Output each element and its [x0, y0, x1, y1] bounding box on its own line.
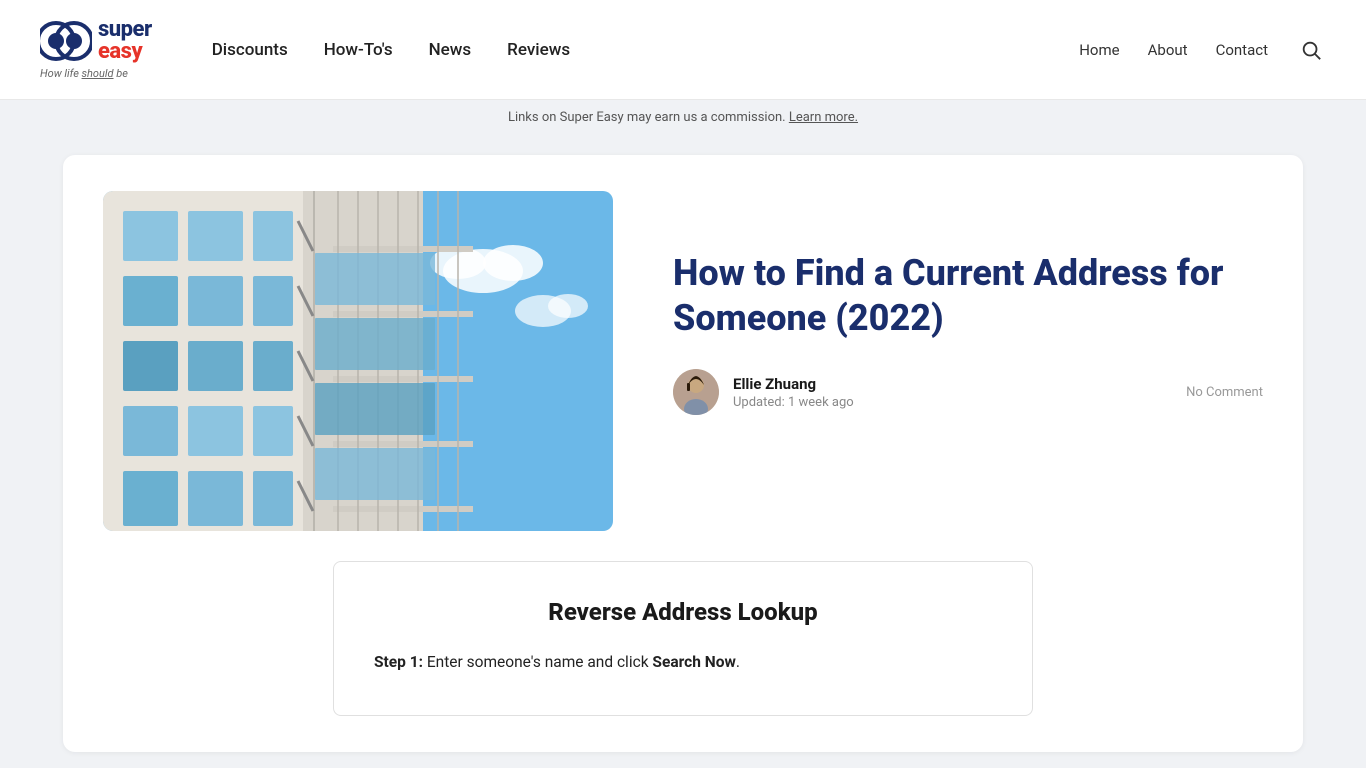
logo-svg — [40, 19, 92, 63]
author-row: Ellie Zhuang Updated: 1 week ago No Comm… — [673, 369, 1263, 415]
logo-tagline: How life should be — [40, 67, 128, 80]
logo-text: super easy — [98, 19, 152, 63]
logo-link[interactable]: super easy How life should be — [40, 19, 152, 80]
hero-image — [103, 191, 613, 531]
step1-text: Enter someone's name and click — [423, 653, 652, 671]
main-nav: Discounts How-To's News Reviews — [212, 40, 1080, 60]
article-title: How to Find a Current Address for Someon… — [673, 251, 1263, 341]
site-header: super easy How life should be Discounts … — [0, 0, 1366, 100]
step1-cta: Search Now — [652, 653, 735, 671]
author-avatar — [673, 369, 719, 415]
notice-text: Links on Super Easy may earn us a commis… — [508, 110, 786, 125]
lookup-title: Reverse Address Lookup — [374, 598, 992, 626]
logo-icon: super easy — [40, 19, 152, 63]
no-comment-label: No Comment — [1186, 385, 1263, 400]
notice-bar: Links on Super Easy may earn us a commis… — [0, 100, 1366, 135]
nav-contact[interactable]: Contact — [1216, 41, 1268, 59]
logo-circles — [40, 19, 92, 63]
author-updated: Updated: 1 week ago — [733, 395, 854, 410]
step1-end: . — [736, 653, 740, 671]
step1-label: Step 1: — [374, 653, 423, 671]
hero-section: How to Find a Current Address for Someon… — [103, 191, 1263, 531]
right-nav: Home About Contact — [1079, 35, 1326, 65]
content-wrapper: How to Find a Current Address for Someon… — [33, 155, 1333, 752]
article-card: How to Find a Current Address for Someon… — [63, 155, 1303, 752]
author-info: Ellie Zhuang Updated: 1 week ago — [733, 375, 854, 410]
hero-content: How to Find a Current Address for Someon… — [673, 191, 1263, 415]
logo-brand1: super — [98, 19, 152, 41]
avatar-svg — [673, 369, 719, 415]
nav-home[interactable]: Home — [1079, 41, 1119, 59]
nav-howtos[interactable]: How-To's — [324, 40, 393, 60]
search-icon — [1300, 39, 1322, 61]
author-name: Ellie Zhuang — [733, 375, 854, 393]
nav-discounts[interactable]: Discounts — [212, 40, 288, 60]
nav-about[interactable]: About — [1148, 41, 1188, 59]
logo-brand2: easy — [98, 41, 152, 63]
search-button[interactable] — [1296, 35, 1326, 65]
logo-tagline-underline: should — [82, 67, 114, 80]
notice-learn-more[interactable]: Learn more. — [789, 110, 858, 125]
nav-reviews[interactable]: Reviews — [507, 40, 570, 60]
nav-news[interactable]: News — [429, 40, 472, 60]
lookup-box: Reverse Address Lookup Step 1: Enter som… — [333, 561, 1033, 716]
lookup-step1: Step 1: Enter someone's name and click S… — [374, 650, 992, 675]
